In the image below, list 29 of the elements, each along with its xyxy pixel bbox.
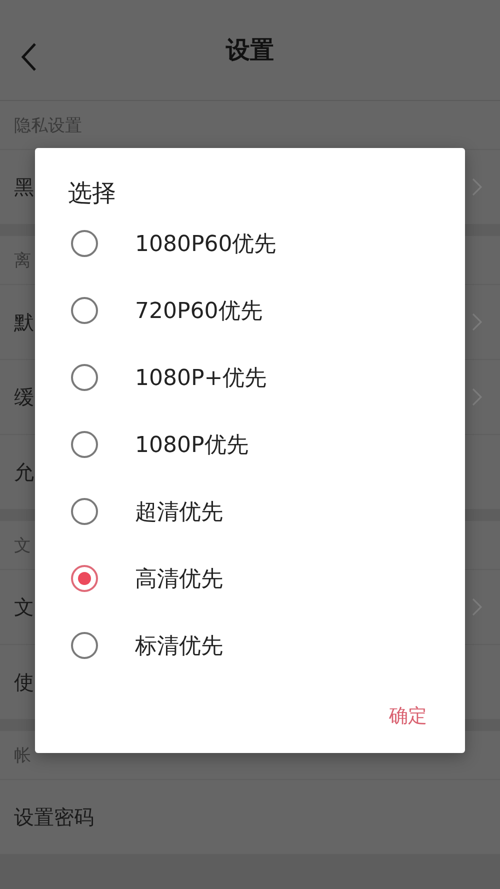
option-label[interactable]: 720P60优先 [135,296,262,326]
radio-button[interactable] [71,632,98,659]
option-label[interactable]: 超清优先 [135,496,223,526]
option-label[interactable]: 标清优先 [135,630,223,660]
chevron-icon [472,598,482,616]
radio-button[interactable] [71,364,98,391]
radio-button[interactable] [71,565,98,592]
option-label[interactable]: 1080P优先 [135,430,248,460]
page-title: 设置 [226,35,274,66]
confirm-button[interactable]: 确定 [385,699,431,733]
radio-button[interactable] [71,297,98,324]
chevron-icon [472,313,482,331]
dialog-title: 选择 [67,178,116,209]
option-label[interactable]: 高清优先 [135,564,223,594]
settings-item-label: 默 [14,308,34,336]
settings-item-label: 允 [14,458,34,486]
radio-button[interactable] [71,431,98,458]
settings-item-label: 文 [14,594,34,620]
settings-item-label: 使 [14,668,34,696]
radio-button[interactable] [71,498,98,525]
settings-item-label: 黑 [14,174,34,200]
radio-button[interactable] [71,230,98,257]
back-icon[interactable] [20,42,38,72]
chevron-icon [472,178,482,196]
option-label[interactable]: 1080P+优先 [135,362,267,392]
chevron-icon [472,388,482,406]
settings-item-label: 缓 [14,384,34,410]
option-label[interactable]: 1080P60优先 [135,228,276,258]
settings-item-label: 设置密码 [14,804,94,830]
